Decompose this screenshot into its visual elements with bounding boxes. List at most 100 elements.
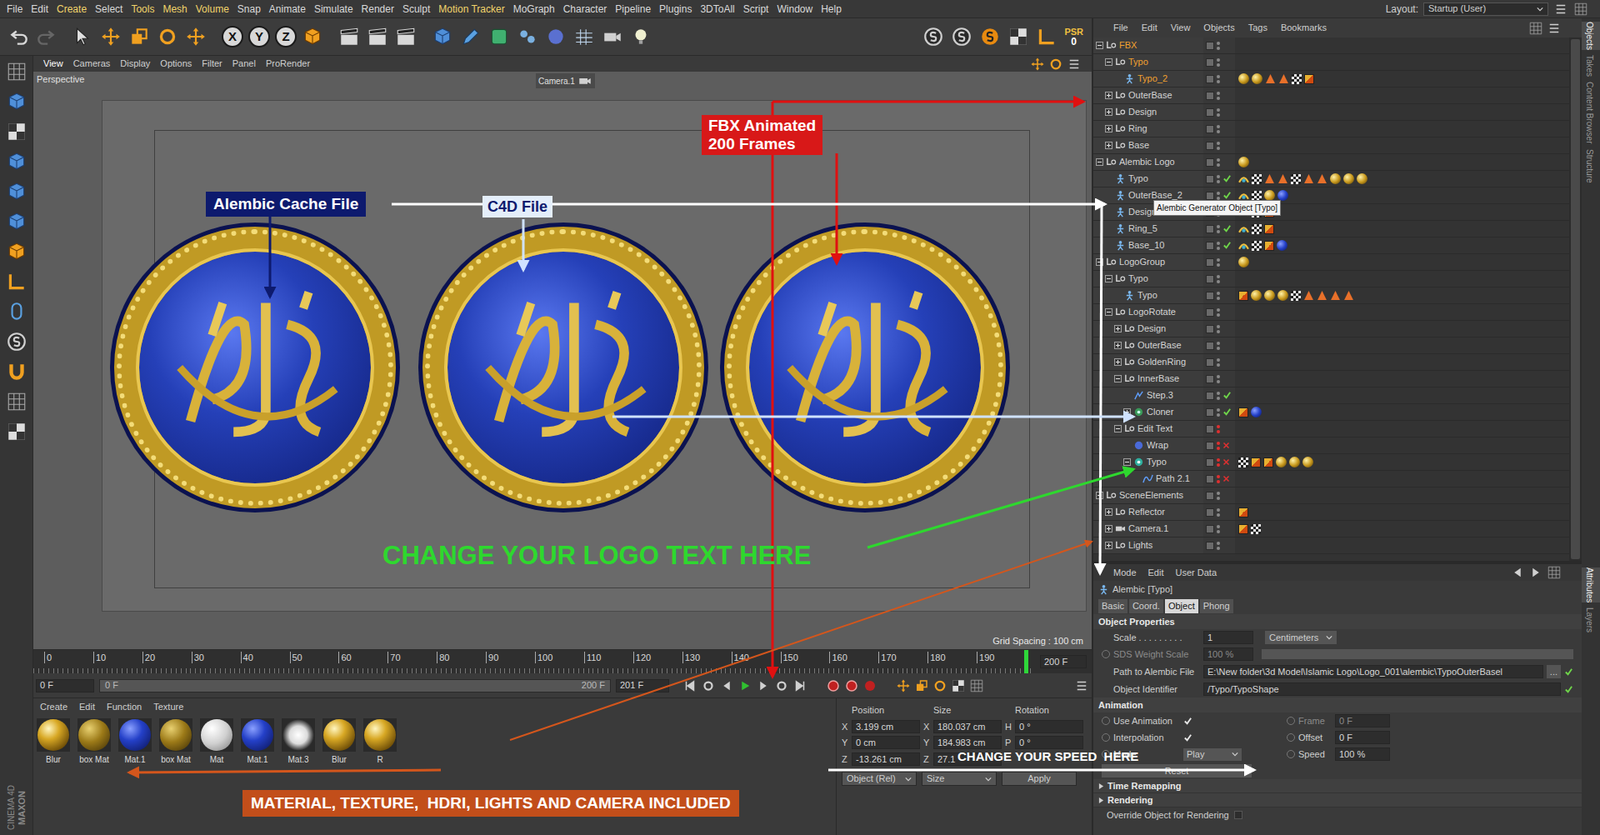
collapse-icon[interactable] [1095, 158, 1104, 166]
texture-tag-icon[interactable] [1250, 524, 1261, 535]
value-field[interactable]: 1 [1203, 630, 1254, 645]
side-tab[interactable]: Structure [1581, 149, 1600, 184]
render-dot[interactable] [1216, 396, 1220, 400]
axis-lock-button[interactable]: Z [275, 25, 297, 48]
render-dot[interactable] [1216, 313, 1220, 317]
expand-icon[interactable] [1105, 91, 1113, 100]
object-row[interactable]: Typo [1093, 170, 1570, 188]
editor-dot[interactable] [1216, 358, 1220, 362]
display-tag-icon[interactable] [1316, 290, 1328, 301]
render-dot[interactable] [1216, 546, 1220, 550]
cubeo-mode-icon[interactable] [5, 240, 28, 263]
timeline-ruler[interactable]: 0102030405060708090100110120130140150160… [33, 650, 1034, 674]
value-field[interactable]: 100 % [1203, 647, 1254, 661]
material-tag-icon[interactable] [1238, 73, 1250, 85]
object-row[interactable]: Design [1093, 104, 1570, 121]
pan-icon[interactable] [1030, 56, 1045, 72]
camera-create-icon[interactable] [601, 25, 624, 48]
editor-dot[interactable] [1216, 125, 1220, 129]
viewport-menu-item[interactable]: ProRender [265, 56, 310, 71]
object-row[interactable]: Base [1093, 137, 1570, 155]
key-filter-icon[interactable] [969, 678, 985, 694]
texture-tag-icon[interactable] [1238, 457, 1249, 468]
editor-dot[interactable] [1216, 425, 1220, 429]
cube-create-icon[interactable] [431, 25, 454, 48]
texture-tag-icon[interactable] [1290, 290, 1301, 301]
object-row[interactable]: Step.3 [1093, 387, 1570, 405]
redo-icon[interactable] [35, 25, 57, 48]
render-dot[interactable] [1216, 363, 1220, 367]
browse-button[interactable]: ... [1546, 665, 1561, 680]
grid-mode-icon[interactable] [5, 390, 28, 413]
attribute-tab[interactable]: Phong [1200, 599, 1234, 614]
value-field[interactable]: 0 F [1335, 714, 1390, 728]
render-dot[interactable] [1216, 513, 1220, 517]
object-row[interactable]: Base_10 [1093, 237, 1570, 255]
display-tag-icon[interactable] [1303, 173, 1315, 185]
editor-dot[interactable] [1216, 58, 1220, 62]
deform-create-icon[interactable] [545, 25, 567, 48]
menu-item[interactable]: Volume [195, 1, 230, 17]
attribute-menu-item[interactable]: Mode [1113, 565, 1137, 580]
texture-tag-icon[interactable] [1291, 74, 1302, 85]
render-dot[interactable] [1216, 163, 1220, 167]
editor-dot[interactable] [1216, 108, 1220, 112]
menu-item[interactable]: Create [56, 1, 87, 17]
render-dot[interactable] [1216, 46, 1220, 50]
unit-dropdown[interactable]: Centimeters [1265, 630, 1337, 645]
override-checkbox[interactable] [1234, 810, 1243, 820]
uvw-tag-icon[interactable] [1264, 224, 1275, 235]
material-menu-item[interactable]: Edit [79, 700, 95, 715]
camera-icon[interactable] [577, 73, 593, 89]
render-dot[interactable] [1216, 413, 1220, 417]
viewport-menu-item[interactable]: Filter [201, 56, 222, 71]
display-tag-icon[interactable] [1316, 173, 1328, 185]
object-row[interactable]: Edit Text [1093, 420, 1570, 438]
material-swatch[interactable]: Blur [322, 718, 356, 766]
expand-icon[interactable] [1105, 508, 1113, 516]
material-swatch[interactable]: Mat.1 [240, 718, 275, 766]
display-tag-icon[interactable] [1278, 73, 1290, 85]
loop-icon[interactable] [774, 678, 790, 694]
menu-item[interactable]: Mesh [162, 1, 187, 17]
uvw-tag-icon[interactable] [1238, 507, 1249, 518]
material-tag-icon[interactable] [1264, 290, 1275, 301]
material-swatch[interactable]: box Mat [77, 718, 111, 766]
texture-tag-icon[interactable] [1251, 174, 1262, 185]
material-swatch[interactable]: R [363, 718, 397, 766]
object-row[interactable]: OuterBase [1093, 87, 1570, 105]
uvw-tag-icon[interactable] [1264, 240, 1275, 251]
menu-item[interactable]: Tools [130, 1, 155, 17]
render-dot[interactable] [1216, 496, 1220, 500]
filter-icon[interactable] [1546, 20, 1562, 36]
reset-button[interactable]: Reset [1101, 764, 1252, 778]
material-tag-icon[interactable] [1302, 456, 1314, 468]
expand-icon[interactable] [1114, 341, 1122, 350]
material-tag-icon[interactable] [1289, 456, 1300, 468]
value-field[interactable]: E:\New folder\3d Model\Islamic Logo\Logo… [1203, 665, 1544, 679]
render-dot[interactable] [1216, 63, 1220, 67]
apply-button[interactable]: Apply [1001, 771, 1077, 786]
light-create-icon[interactable] [630, 25, 652, 48]
render-dot[interactable] [1216, 480, 1220, 484]
render-dot[interactable] [1216, 80, 1220, 84]
material-tag-icon[interactable] [1251, 73, 1263, 85]
material-menu-item[interactable]: Function [106, 700, 142, 715]
editor-dot[interactable] [1216, 308, 1220, 312]
collapsed-section[interactable]: Time Remapping [1093, 779, 1582, 794]
collapse-icon[interactable] [1105, 58, 1113, 66]
editor-dot[interactable] [1216, 275, 1220, 279]
render-dot[interactable] [1216, 180, 1220, 184]
render-icon[interactable] [338, 25, 360, 48]
object-menu-item[interactable]: Objects [1203, 20, 1235, 35]
object-row[interactable]: LogoRotate [1093, 304, 1570, 321]
menu-item[interactable]: Sculpt [402, 1, 430, 17]
object-row[interactable]: Lights [1093, 537, 1570, 555]
collapse-icon[interactable] [1123, 458, 1131, 466]
next-icon[interactable] [755, 678, 771, 694]
render-dot[interactable] [1216, 346, 1220, 350]
viewport-menu-item[interactable]: Cameras [73, 56, 111, 71]
menu-item[interactable]: Script [743, 1, 770, 17]
axis-mode-icon[interactable] [5, 270, 28, 293]
material-tag-icon[interactable] [1238, 256, 1250, 268]
